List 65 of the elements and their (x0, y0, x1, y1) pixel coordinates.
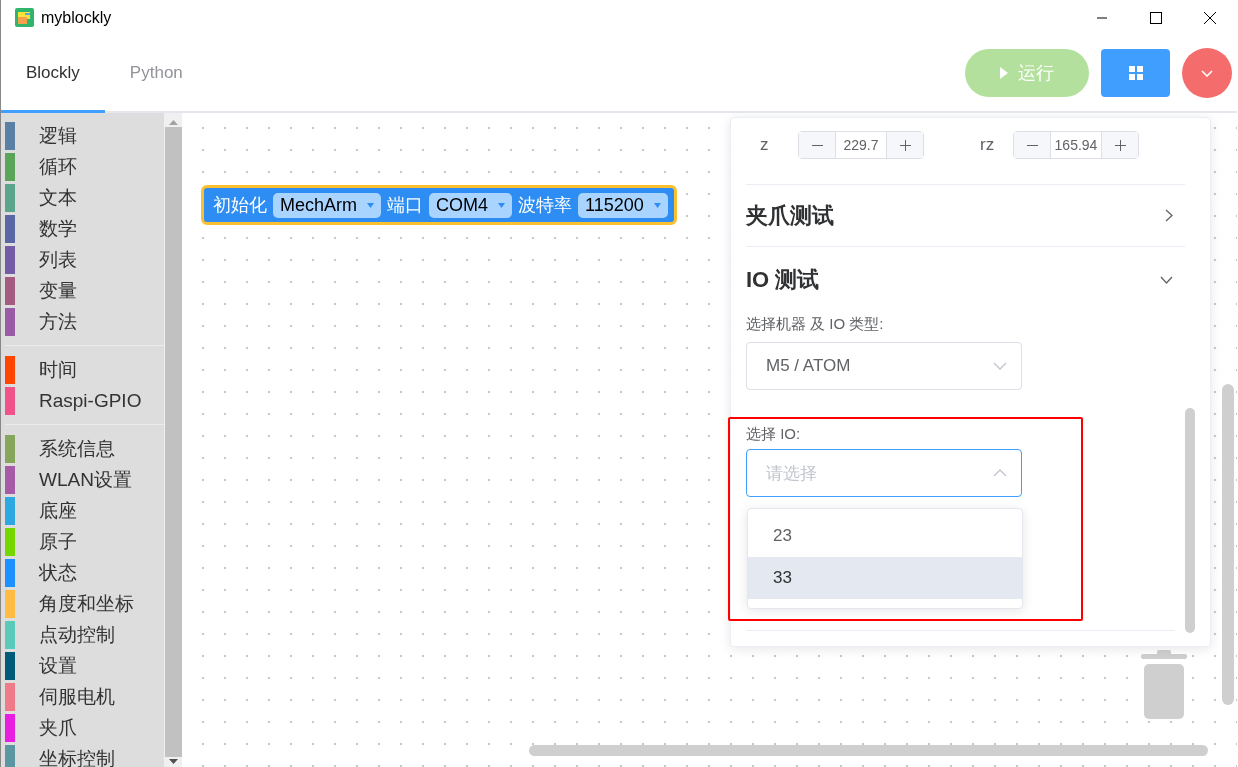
caret-icon (498, 202, 506, 208)
app-logo-icon (15, 8, 34, 27)
block-label: 初始化 (213, 194, 267, 217)
category-item[interactable]: 伺服电机 (39, 683, 115, 710)
dropdown-option[interactable]: 33 (748, 557, 1022, 599)
close-icon[interactable] (1204, 11, 1216, 24)
category-item[interactable]: 变量 (39, 277, 77, 304)
section-title: 夹爪测试 (746, 201, 834, 230)
number-stepper[interactable]: 229.7 (798, 131, 924, 159)
coordinate-label: z (760, 135, 770, 155)
category-item[interactable]: 系统信息 (39, 435, 115, 462)
coordinate-label: rz (980, 135, 996, 155)
collapse-header[interactable]: IO 测试 (746, 247, 1185, 312)
dropdown-option[interactable]: 23 (748, 515, 1022, 557)
dropdown-button[interactable] (1182, 48, 1232, 98)
category-item[interactable]: 方法 (39, 308, 77, 335)
init-block[interactable]: 初始化 MechArm 端口 COM4 波特率 115200 (201, 185, 677, 225)
category-item[interactable]: 时间 (39, 356, 77, 383)
category-item[interactable]: 底座 (39, 497, 77, 524)
block-dropdown[interactable]: 115200 (578, 192, 668, 218)
caret-icon (653, 202, 661, 208)
category-item[interactable]: 逻辑 (39, 122, 77, 149)
category-item[interactable]: 点动控制 (39, 621, 115, 648)
category-item[interactable]: 角度和坐标 (39, 590, 134, 617)
field-label: 选择 IO: (746, 425, 801, 444)
caret-icon (367, 202, 374, 208)
scroll-down-icon (168, 759, 178, 764)
plus-icon (899, 139, 911, 151)
number-stepper[interactable]: 165.94 (1013, 131, 1139, 159)
block-dropdown[interactable]: MechArm (273, 192, 381, 218)
chevron-down-icon (993, 362, 1007, 370)
chevron-up-icon (993, 469, 1007, 477)
grid-icon (1128, 66, 1143, 80)
block-dropdown[interactable]: COM4 (429, 192, 513, 218)
plus-icon (1114, 139, 1126, 151)
category-item[interactable]: 设置 (39, 652, 77, 679)
category-item[interactable]: 坐标控制 (39, 745, 115, 767)
field-label: 选择机器 及 IO 类型: (746, 315, 884, 334)
scroll-up-icon (168, 120, 178, 125)
chevron-down-icon (1201, 69, 1213, 77)
block-label: 波特率 (518, 194, 573, 217)
grid-button[interactable] (1101, 49, 1170, 97)
category-item[interactable]: 数学 (39, 215, 77, 242)
category-item[interactable]: 文本 (39, 184, 77, 211)
scrollbar[interactable] (529, 745, 1208, 756)
section-title: IO 测试 (746, 265, 820, 294)
scrollbar-thumb[interactable] (164, 127, 182, 757)
scrollbar[interactable] (1185, 408, 1195, 633)
trash-can-icon (1139, 650, 1189, 720)
category-item[interactable]: 循环 (39, 153, 77, 180)
category-item[interactable]: 原子 (39, 528, 77, 555)
scrollbar[interactable] (1222, 384, 1234, 705)
play-icon (1000, 67, 1008, 79)
category-item[interactable]: WLAN设置 (39, 466, 132, 493)
stepper-value: 165.94 (1053, 136, 1099, 155)
maximize-icon[interactable] (1150, 11, 1162, 24)
window-title: myblockly (41, 8, 113, 27)
collapse-header[interactable]: 夹爪测试 (746, 184, 1185, 247)
category-item[interactable]: Raspi-GPIO (39, 389, 142, 412)
select-field[interactable]: M5 / ATOM (746, 342, 1022, 390)
block-label: 端口 (387, 194, 423, 217)
category-item[interactable]: 夹爪 (39, 714, 77, 741)
category-item[interactable]: 状态 (39, 559, 77, 586)
category-item[interactable]: 列表 (39, 246, 77, 273)
stepper-value: 229.7 (842, 136, 880, 155)
